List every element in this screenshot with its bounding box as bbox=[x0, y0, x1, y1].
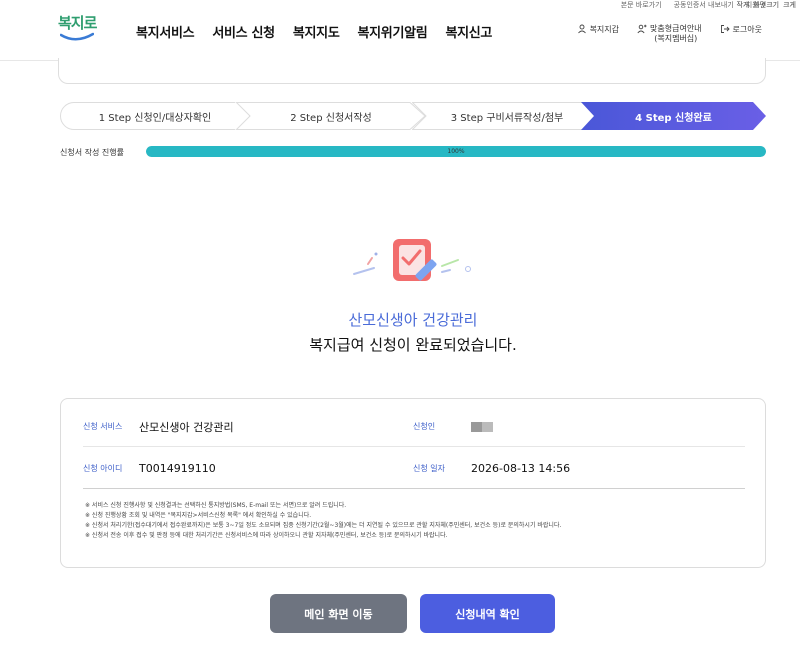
progress-label: 신청서 작성 진행률 bbox=[60, 148, 124, 157]
export-certificate-link[interactable]: 공동인증서 내보내기 bbox=[674, 0, 734, 10]
id-label: 신청 아이디 bbox=[83, 464, 123, 473]
membership-label: (복지멤버십) bbox=[654, 34, 698, 43]
step-3-label: 3 Step 구비서류작성/첨부 bbox=[450, 112, 564, 124]
step-3: 3 Step 구비서류작성/첨부 bbox=[412, 102, 602, 130]
id-value: T0014919110 bbox=[139, 462, 216, 475]
step-1: 1 Step 신청인/대상자확인 bbox=[60, 102, 250, 130]
notice-item: ※ 신청서 전송 이후 접수 및 판정 등에 대한 처리기간은 신청서비스에 따… bbox=[85, 532, 448, 539]
application-complete-icon bbox=[353, 239, 471, 281]
info-row: 신청 아이디 T0014919110 신청 일자 2026-08-13 14:5… bbox=[83, 449, 745, 489]
application-info-card: 신청 서비스 산모신생아 건강관리 신청인 신청 아이디 T0014919110… bbox=[60, 398, 766, 568]
notice-list: ※ 서비스 신청 진행사항 및 신청결과는 선택하신 통지방법(SMS, E-m… bbox=[85, 501, 745, 541]
logo-text: 복지로 bbox=[58, 14, 97, 32]
go-main-button[interactable]: 메인 화면 이동 bbox=[270, 594, 407, 633]
welfare-wallet-link[interactable]: 복지지갑 bbox=[577, 24, 619, 35]
step-1-label: 1 Step 신청인/대상자확인 bbox=[98, 112, 212, 124]
notice-item: ※ 신청 진행상황 조회 및 내역은 "복지지갑>서비스신청 목록" 에서 확인… bbox=[85, 512, 312, 519]
progress-bar: 100% bbox=[146, 146, 766, 157]
step-4-label: 4 Step 신청완료 bbox=[635, 112, 712, 124]
font-smaller-button[interactable]: 작게 bbox=[736, 0, 749, 10]
progress-percent-text: 100% bbox=[447, 148, 465, 155]
user-menu: 복지지갑 맞춤형급여안내 (복지멤버십) 로그아웃 bbox=[577, 24, 762, 44]
custom-benefit-link[interactable]: 맞춤형급여안내 (복지멤버십) bbox=[637, 24, 702, 44]
nav-welfare-map[interactable]: 복지지도 bbox=[293, 22, 340, 41]
users-icon bbox=[637, 24, 647, 34]
welfare-wallet-label: 복지지갑 bbox=[589, 25, 620, 34]
completion-message: 복지급여 신청이 완료되었습니다. bbox=[309, 336, 517, 354]
previous-section-card bbox=[58, 58, 766, 84]
service-value: 산모신생아 건강관리 bbox=[139, 420, 234, 434]
step-2: 2 Step 신청서작성 bbox=[236, 102, 426, 130]
user-icon bbox=[577, 24, 586, 34]
completed-service-title: 산모신생아 건강관리 bbox=[348, 311, 478, 329]
logout-icon bbox=[720, 25, 730, 33]
logout-label: 로그아웃 bbox=[732, 25, 762, 34]
logout-link[interactable]: 로그아웃 bbox=[720, 24, 762, 35]
nav-crisis-alert[interactable]: 복지위기알림 bbox=[357, 22, 427, 41]
service-label: 신청 서비스 bbox=[83, 422, 123, 431]
font-size-controls: 작게 화면크기 크게 bbox=[736, 0, 796, 10]
skip-to-content-link[interactable]: 본문 바로가기 bbox=[621, 0, 662, 10]
nav-welfare-report[interactable]: 복지신고 bbox=[445, 22, 492, 41]
font-size-label: 화면크기 bbox=[753, 1, 780, 9]
view-history-button[interactable]: 신청내역 확인 bbox=[420, 594, 555, 633]
main-navigation: 복지서비스 서비스 신청 복지지도 복지위기알림 복지신고 bbox=[136, 22, 492, 41]
notice-item: ※ 신청서 처리기한(접수대기에서 접수완료까지)은 보통 3~7일 정도 소요… bbox=[85, 522, 562, 529]
custom-benefit-label: 맞춤형급여안내 bbox=[650, 24, 702, 33]
info-row: 신청 서비스 산모신생아 건강관리 신청인 bbox=[83, 407, 745, 447]
site-logo[interactable]: 복지로 bbox=[58, 12, 98, 46]
step-4-active: 4 Step 신청완료 bbox=[581, 102, 766, 130]
date-value: 2026-08-13 14:56 bbox=[471, 462, 571, 475]
notice-item: ※ 서비스 신청 진행사항 및 신청결과는 선택하신 통지방법(SMS, E-m… bbox=[85, 502, 347, 509]
applicant-name-masked bbox=[471, 421, 493, 432]
logo-swoosh-icon bbox=[60, 32, 94, 41]
step-2-label: 2 Step 신청서작성 bbox=[290, 112, 372, 124]
nav-service-apply[interactable]: 서비스 신청 bbox=[212, 22, 275, 41]
applicant-label: 신청인 bbox=[413, 422, 436, 431]
font-larger-button[interactable]: 크게 bbox=[783, 0, 796, 10]
step-indicator: 1 Step 신청인/대상자확인 2 Step 신청서작성 3 Step 구비서… bbox=[60, 102, 766, 130]
nav-welfare-services[interactable]: 복지서비스 bbox=[136, 22, 195, 41]
date-label: 신청 일자 bbox=[413, 464, 445, 473]
